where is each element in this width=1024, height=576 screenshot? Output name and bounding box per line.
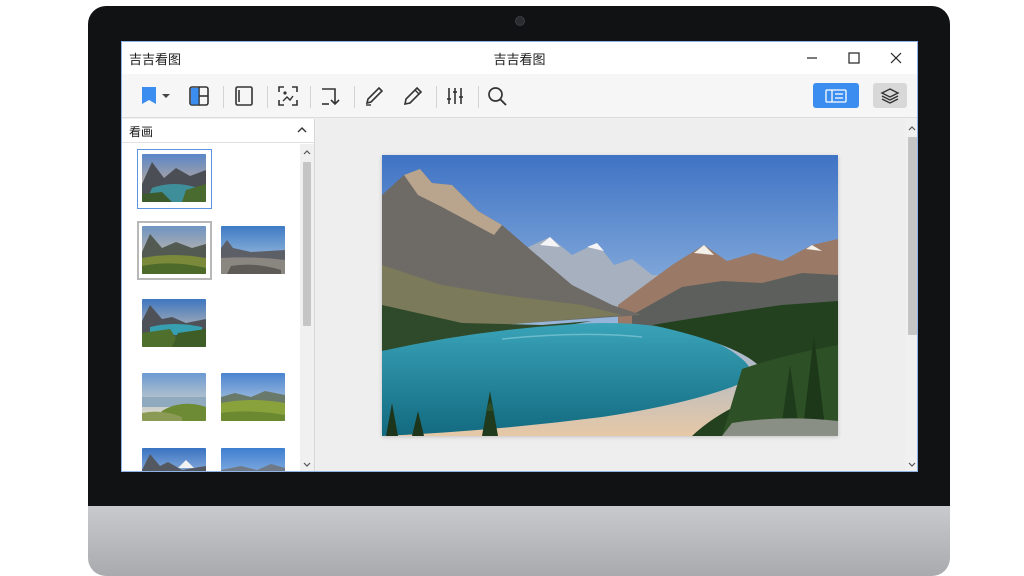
toolbar-separator bbox=[436, 86, 437, 108]
minimize-icon bbox=[807, 57, 817, 59]
adjust-icon bbox=[447, 88, 463, 104]
close-button[interactable] bbox=[875, 42, 917, 74]
monitor-chin bbox=[88, 506, 950, 576]
adjust-button[interactable] bbox=[441, 82, 469, 110]
toolbar bbox=[122, 74, 917, 118]
panel-title: 看画 bbox=[129, 125, 154, 139]
panel-button[interactable] bbox=[230, 82, 258, 110]
toolbar-separator bbox=[223, 86, 224, 108]
maximize-button[interactable] bbox=[833, 42, 875, 74]
zoom-button[interactable] bbox=[483, 82, 511, 110]
thumbnail-item[interactable] bbox=[142, 299, 206, 347]
close-icon bbox=[890, 52, 902, 64]
crop-button[interactable] bbox=[274, 82, 302, 110]
thumbnail-item[interactable] bbox=[221, 448, 285, 471]
rotate-icon bbox=[322, 88, 340, 106]
thumbnail-scrollbar[interactable] bbox=[300, 144, 314, 471]
thumbnail-item[interactable] bbox=[221, 373, 285, 421]
info-panel-button[interactable] bbox=[813, 83, 859, 108]
layers-icon bbox=[880, 87, 900, 104]
title-bar: 吉吉看图 吉吉看图 bbox=[122, 42, 917, 74]
thumbnail-panel: 看画 bbox=[122, 119, 315, 471]
toolbar-separator bbox=[267, 86, 268, 108]
webcam-icon bbox=[515, 16, 525, 26]
chevron-up-icon[interactable] bbox=[906, 122, 917, 134]
image-viewer[interactable] bbox=[316, 119, 905, 471]
rotate-button[interactable] bbox=[316, 82, 344, 110]
pen-icon bbox=[365, 86, 384, 106]
app-window: 吉吉看图 吉吉看图 看画 bbox=[121, 41, 918, 472]
thumbnail-list bbox=[122, 144, 300, 471]
bookmark-icon bbox=[142, 87, 170, 104]
layers-button[interactable] bbox=[873, 83, 907, 108]
grid-layout-button[interactable] bbox=[185, 82, 213, 110]
chevron-up-icon[interactable] bbox=[296, 123, 308, 137]
pencil-button[interactable] bbox=[399, 82, 427, 110]
viewer-scrollbar[interactable] bbox=[905, 119, 917, 471]
pen-button[interactable] bbox=[360, 82, 388, 110]
pencil-icon bbox=[403, 86, 423, 106]
scrollbar-thumb[interactable] bbox=[303, 162, 311, 326]
panel-header: 看画 bbox=[122, 119, 314, 143]
panel-icon bbox=[235, 86, 253, 106]
zoom-icon bbox=[488, 87, 507, 106]
maximize-icon bbox=[848, 52, 860, 64]
main-image[interactable] bbox=[382, 155, 838, 436]
thumbnail-item[interactable] bbox=[142, 226, 206, 274]
chevron-down-icon[interactable] bbox=[906, 459, 917, 471]
info-panel-icon bbox=[825, 88, 847, 103]
thumbnail-item[interactable] bbox=[142, 373, 206, 421]
thumbnail-item[interactable] bbox=[142, 448, 206, 471]
chevron-down-icon[interactable] bbox=[301, 459, 313, 471]
window-controls bbox=[791, 42, 917, 74]
grid-layout-icon bbox=[189, 86, 209, 106]
toolbar-separator bbox=[310, 86, 311, 108]
chevron-up-icon[interactable] bbox=[301, 146, 313, 158]
crop-icon bbox=[278, 86, 298, 106]
scrollbar-thumb[interactable] bbox=[908, 137, 917, 335]
minimize-button[interactable] bbox=[791, 42, 833, 74]
toolbar-separator bbox=[354, 86, 355, 108]
thumbnail-item[interactable] bbox=[142, 154, 206, 202]
toolbar-separator bbox=[478, 86, 479, 108]
bookmark-dropdown-button[interactable] bbox=[134, 82, 174, 110]
thumbnail-item[interactable] bbox=[221, 226, 285, 274]
